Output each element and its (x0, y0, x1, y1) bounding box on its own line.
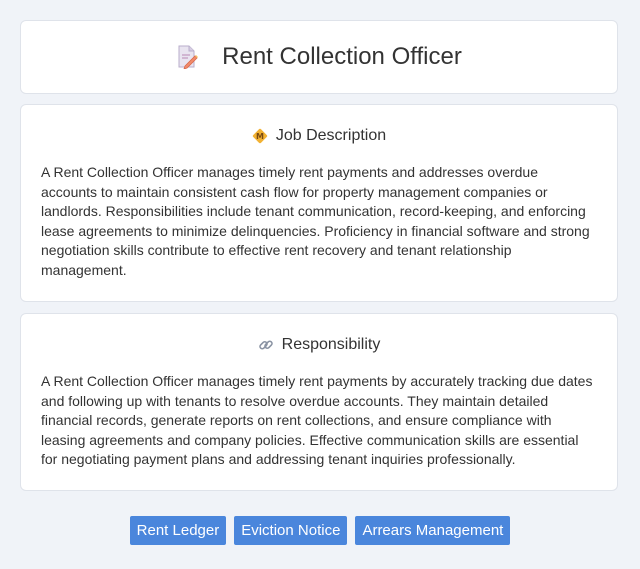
tag-list: Rent Ledger Eviction Notice Arrears Mana… (0, 516, 640, 545)
svg-text:M: M (256, 132, 264, 141)
job-description-heading: M Job Description (21, 127, 617, 145)
tag-rent-ledger[interactable]: Rent Ledger (129, 516, 227, 545)
responsibility-heading: Responsibility (21, 336, 617, 354)
job-description-title: Job Description (275, 127, 387, 144)
page-title: Rent Collection Officer (222, 43, 462, 70)
title-card: Rent Collection Officer (20, 20, 618, 94)
tag-eviction-notice[interactable]: Eviction Notice (234, 516, 348, 545)
responsibility-card: Responsibility A Rent Collection Officer… (20, 313, 618, 491)
responsibility-text: A Rent Collection Officer manages timely… (41, 373, 593, 467)
badge-icon: M (252, 128, 268, 144)
link-icon (258, 337, 274, 353)
responsibility-title: Responsibility (281, 336, 381, 353)
tag-arrears-management[interactable]: Arrears Management (355, 516, 511, 545)
job-description-text: A Rent Collection Officer manages timely… (41, 164, 590, 278)
job-description-card: M Job Description A Rent Collection Offi… (20, 104, 618, 302)
document-pencil-icon (176, 45, 199, 70)
